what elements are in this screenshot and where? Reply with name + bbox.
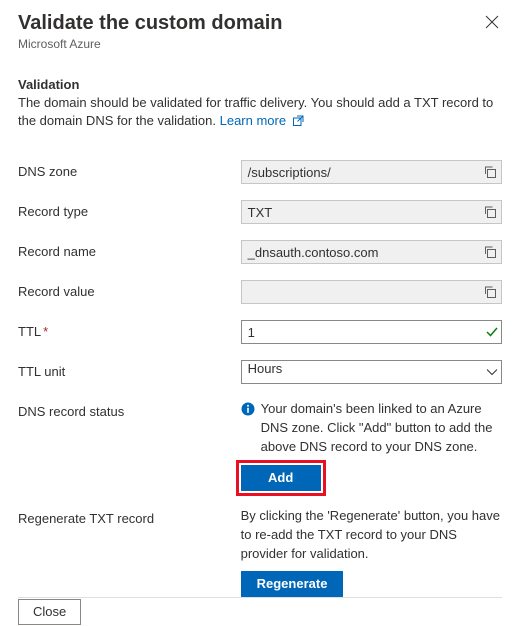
copy-icon[interactable] bbox=[483, 205, 497, 219]
record-value-field bbox=[241, 280, 502, 304]
add-button[interactable]: Add bbox=[241, 465, 321, 491]
learn-more-link[interactable]: Learn more bbox=[220, 113, 286, 128]
panel-subtitle: Microsoft Azure bbox=[18, 37, 283, 51]
copy-icon[interactable] bbox=[483, 165, 497, 179]
record-name-label: Record name bbox=[18, 240, 241, 259]
ttl-input[interactable] bbox=[241, 320, 502, 344]
regenerate-button[interactable]: Regenerate bbox=[241, 571, 344, 597]
dns-zone-field: /subscriptions/ bbox=[241, 160, 502, 184]
record-type-label: Record type bbox=[18, 200, 241, 219]
dns-status-text: Your domain's been linked to an Azure DN… bbox=[261, 400, 502, 457]
panel-title: Validate the custom domain bbox=[18, 12, 283, 35]
validation-description: The domain should be validated for traff… bbox=[18, 94, 502, 132]
record-value-label: Record value bbox=[18, 280, 241, 299]
record-type-field: TXT bbox=[241, 200, 502, 224]
copy-icon[interactable] bbox=[483, 245, 497, 259]
dns-zone-label: DNS zone bbox=[18, 160, 241, 179]
close-icon[interactable] bbox=[482, 12, 502, 32]
ttl-label: TTL* bbox=[18, 320, 241, 339]
info-icon bbox=[241, 402, 255, 416]
regenerate-label: Regenerate TXT record bbox=[18, 507, 241, 526]
copy-icon[interactable] bbox=[483, 285, 497, 299]
close-button[interactable]: Close bbox=[18, 599, 81, 625]
validation-heading: Validation bbox=[18, 77, 502, 92]
dns-status-label: DNS record status bbox=[18, 400, 241, 419]
regenerate-text: By clicking the 'Regenerate' button, you… bbox=[241, 507, 502, 564]
external-link-icon bbox=[292, 114, 304, 132]
record-name-field: _dnsauth.contoso.com bbox=[241, 240, 502, 264]
ttl-unit-dropdown[interactable]: Hours bbox=[241, 360, 502, 384]
ttl-unit-label: TTL unit bbox=[18, 360, 241, 379]
